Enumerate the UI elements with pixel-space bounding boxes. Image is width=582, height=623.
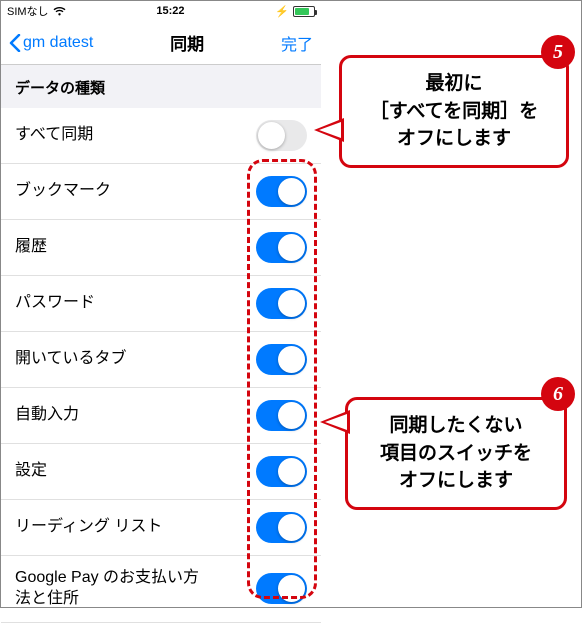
callout-6-text: 同期したくない項目のスイッチをオフにします [380, 415, 532, 491]
switch-knob [278, 458, 305, 485]
toggle-switch[interactable] [256, 288, 307, 319]
toggle-switch[interactable] [256, 456, 307, 487]
row-label: Google Pay のお支払い方法と住所 [15, 568, 215, 610]
settings-row: 開いているタブ [1, 332, 321, 388]
switch-knob [278, 234, 305, 261]
settings-row: 自動入力 [1, 388, 321, 444]
toggle-switch[interactable] [256, 573, 307, 604]
callout-5-badge: 5 [541, 35, 575, 69]
switch-knob [278, 575, 305, 602]
chevron-left-icon [9, 34, 21, 52]
back-button[interactable]: gm datest [9, 34, 93, 52]
settings-row: Google Pay のお支払い方法と住所 [1, 556, 321, 623]
back-label: gm datest [23, 34, 93, 52]
toggle-switch[interactable] [256, 176, 307, 207]
switch-knob [278, 290, 305, 317]
page-title: 同期 [170, 30, 204, 55]
switch-knob [278, 402, 305, 429]
settings-row: 設定 [1, 444, 321, 500]
settings-row: すべて同期 [1, 108, 321, 164]
toggle-switch[interactable] [256, 512, 307, 543]
row-label: 開いているタブ [15, 349, 127, 370]
settings-row: リーディング リスト [1, 500, 321, 556]
charging-icon: ⚡ [275, 5, 289, 18]
settings-list: すべて同期ブックマーク履歴パスワード開いているタブ自動入力設定リーディング リス… [1, 108, 321, 623]
section-header: データの種類 [1, 65, 321, 108]
toggle-switch[interactable] [256, 344, 307, 375]
callout-5: 最初に［すべてを同期］をオフにします [339, 55, 569, 168]
settings-row: パスワード [1, 276, 321, 332]
callout-6-badge: 6 [541, 377, 575, 411]
toggle-switch[interactable] [256, 400, 307, 431]
callout-6: 同期したくない項目のスイッチをオフにします [345, 397, 567, 510]
switch-knob [278, 178, 305, 205]
switch-knob [278, 346, 305, 373]
toggle-switch[interactable] [256, 232, 307, 263]
row-label: パスワード [15, 293, 95, 314]
battery-icon [293, 6, 315, 17]
callout-5-arrow [314, 118, 344, 142]
switch-knob [278, 514, 305, 541]
carrier-label: SIMなし [7, 3, 49, 19]
callout-6-arrow [320, 410, 350, 434]
nav-bar: gm datest 同期 完了 [1, 21, 321, 65]
settings-row: 履歴 [1, 220, 321, 276]
row-label: 設定 [15, 461, 47, 482]
phone-frame: SIMなし 15:22 ⚡ gm datest 同期 完了 データの種類 すべて… [1, 1, 321, 607]
callout-5-text: 最初に［すべてを同期］をオフにします [370, 73, 539, 149]
switch-knob [258, 122, 285, 149]
clock: 15:22 [156, 5, 184, 17]
row-label: すべて同期 [15, 125, 93, 146]
row-label: ブックマーク [15, 181, 111, 202]
wifi-icon [53, 6, 66, 16]
settings-row: ブックマーク [1, 164, 321, 220]
row-label: 履歴 [15, 237, 47, 258]
done-button[interactable]: 完了 [281, 31, 313, 55]
toggle-switch[interactable] [256, 120, 307, 151]
status-bar: SIMなし 15:22 ⚡ [1, 1, 321, 21]
row-label: 自動入力 [15, 405, 79, 426]
row-label: リーディング リスト [15, 517, 162, 538]
